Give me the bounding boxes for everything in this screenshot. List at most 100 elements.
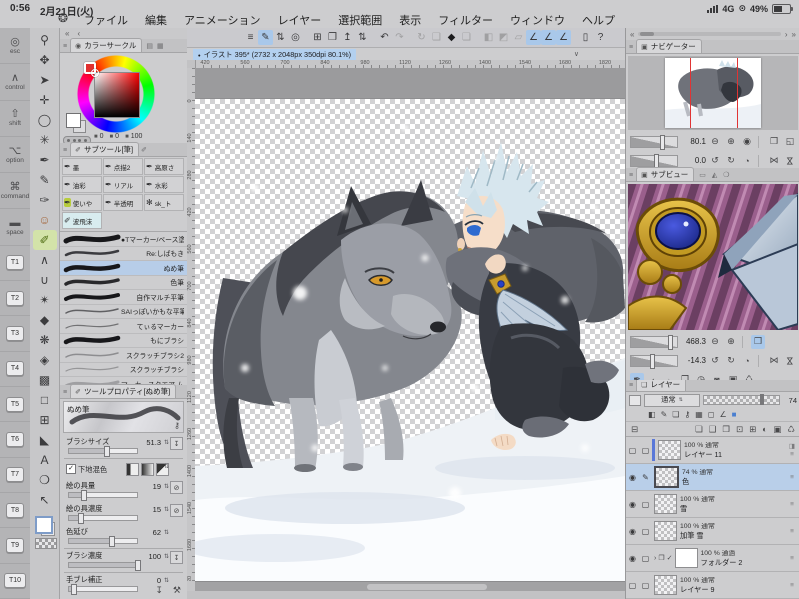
brush-density-slider[interactable] <box>68 560 141 571</box>
layer-lock-alpha-icon[interactable]: ▦ <box>695 410 703 419</box>
subview-tab-4-icon[interactable]: ❍ <box>723 172 729 179</box>
layer-visible-icon[interactable]: ◉ <box>626 527 639 536</box>
panel-handle-icon[interactable]: ≡ <box>63 389 67 396</box>
layer-drag-handle[interactable]: ≡ <box>790 501 794 508</box>
menu-ヘルプ[interactable]: ヘルプ <box>582 12 615 28</box>
subtool-group-油彩[interactable]: ✒ 油彩 <box>62 176 102 193</box>
edge-key-t9[interactable]: T9 <box>0 528 30 564</box>
tool-move-layer[interactable]: ✛ <box>33 90 57 110</box>
command-select-layer[interactable]: ◧ <box>481 30 496 45</box>
edge-key-t5[interactable]: T5 <box>0 387 30 423</box>
right-scroll-track[interactable] <box>638 32 781 36</box>
command-new-canvas[interactable]: ⊞ <box>310 30 325 45</box>
layer-paper-icon[interactable]: ❏ <box>672 410 679 419</box>
layer-drag-handle[interactable]: ≡ <box>790 582 794 589</box>
nav-zoom-slider[interactable] <box>630 134 678 150</box>
brush-item-ぬめ筆[interactable]: ぬめ筆 <box>60 261 187 276</box>
document-tab-collapse-icon[interactable]: ∨ <box>574 50 579 58</box>
navigator-preview[interactable] <box>628 56 798 130</box>
layer-enable-mask-icon[interactable]: ◻ <box>708 410 715 419</box>
collapse-right-icon[interactable]: « <box>630 30 634 39</box>
command-undo[interactable]: ↶ <box>377 30 392 45</box>
layer-delete-layer-icon[interactable]: ♺ <box>787 424 795 435</box>
layer-drag-handle[interactable]: ≡ <box>790 474 794 481</box>
subview-zoom-slider[interactable] <box>630 334 678 350</box>
tool-balloon[interactable]: ❍ <box>33 470 57 490</box>
layer-row-色[interactable]: ◉ ✎ 74 % 通常色 ≡ <box>626 464 799 491</box>
paint-amount-slider[interactable] <box>68 490 138 501</box>
layer-merge-down-icon[interactable]: ⊞ <box>749 424 756 435</box>
edge-key-t3[interactable]: T3 <box>0 316 30 352</box>
command-stamp[interactable]: ❑ <box>429 30 444 45</box>
layer-thumbnail[interactable] <box>654 521 677 541</box>
layer-hidden-box[interactable]: ▢ <box>626 581 639 590</box>
command-snap-guide[interactable]: ∠ <box>556 30 571 45</box>
canvas-artwork[interactable] <box>195 68 625 581</box>
layer-new-vector-layer-icon[interactable]: ❑ <box>709 424 717 435</box>
nav-fit-screen-button[interactable]: ❒ <box>767 135 781 149</box>
layer-thumbnail[interactable] <box>674 548 698 568</box>
subview-tab-2-icon[interactable]: ▭ <box>699 172 706 179</box>
sv-square[interactable] <box>94 72 140 118</box>
foreground-color-swatch[interactable] <box>66 113 81 128</box>
subtool-group-使いや[interactable]: ✒ 使いや <box>62 194 102 211</box>
subview-tab-3-icon[interactable]: ◭ <box>712 172 717 179</box>
subview-rotate-cw-button[interactable]: ↻ <box>724 354 738 368</box>
subview-reference-image[interactable] <box>628 184 798 330</box>
stepper-icon[interactable]: ⇅ <box>164 506 169 513</box>
edge-key-t2[interactable]: T2 <box>0 281 30 317</box>
subview-zoom-out-button[interactable]: ⊖ <box>708 335 722 349</box>
layer-checkbox[interactable]: ▢ <box>639 527 652 536</box>
nav-zoom-in-button[interactable]: ⊕ <box>724 135 738 149</box>
layer-thumbnail[interactable] <box>654 494 677 514</box>
edge-key-shift[interactable]: ⇧ shift <box>0 101 30 137</box>
tool-liquify[interactable]: ∪ <box>33 270 57 290</box>
subview-rotate-ccw-button[interactable]: ↺ <box>708 354 722 368</box>
tool-eraser[interactable]: ◆ <box>33 310 57 330</box>
tool-auto-select[interactable]: ✳ <box>33 130 57 150</box>
nav-zoom-reset-button[interactable]: ◉ <box>740 135 754 149</box>
tab-subtool-brush[interactable]: ✐ サブツール[筆] <box>70 142 140 156</box>
command-select-rect[interactable]: ▱ <box>511 30 526 45</box>
tool-sticker-brush[interactable]: ☺ <box>33 210 57 230</box>
subview-flip-v-button[interactable]: ⋈ <box>783 354 797 368</box>
paint-density-no_effect-button[interactable]: ⊘ <box>170 504 183 517</box>
subtool-group-点描2[interactable]: ✒ 点描2 <box>103 158 143 175</box>
edge-key-command[interactable]: ⌘ command <box>0 173 30 210</box>
edge-key-t10[interactable]: T10 <box>0 564 30 599</box>
subtool-group-高原さ[interactable]: ✒ 高原さ <box>144 158 184 175</box>
paint-density-thumb[interactable] <box>77 513 84 524</box>
tool-operate[interactable]: ➤ <box>33 70 57 90</box>
register-settings-icon[interactable]: ↧ <box>155 585 163 596</box>
subview-zoom-in-button[interactable]: ⊕ <box>724 335 738 349</box>
tool-brush[interactable]: ✐ <box>32 230 57 250</box>
stabilization-slider[interactable] <box>68 584 138 595</box>
stepper-icon[interactable]: ⇅ <box>164 439 169 446</box>
nav-zoom-out-button[interactable]: ⊖ <box>708 135 722 149</box>
menu-表示[interactable]: 表示 <box>399 12 421 28</box>
paint-density-slider[interactable] <box>68 513 138 524</box>
subtool-group-sk_ト[interactable]: ✻ sk_ト <box>144 194 184 211</box>
menu-フィルター[interactable]: フィルター <box>438 12 493 28</box>
command-tool-settings[interactable]: ✎ <box>258 30 273 45</box>
tool-hand[interactable]: ✥ <box>33 50 57 70</box>
edge-key-t8[interactable]: T8 <box>0 493 30 529</box>
tool-figure[interactable]: ◣ <box>33 430 57 450</box>
command-refresh[interactable]: ↻ <box>414 30 429 45</box>
layer-opacity-slider[interactable] <box>703 394 780 405</box>
layer-hidden-box[interactable]: ▢ <box>626 446 639 455</box>
base-color-mix-mode-1[interactable] <box>141 463 154 476</box>
nav-rotate-reset-button[interactable]: ◔ <box>740 154 754 168</box>
layer-checkbox[interactable]: ▢ <box>639 581 652 590</box>
color-stretch-slider[interactable] <box>68 536 138 547</box>
layer-editing-icon[interactable]: ✎ <box>639 473 652 482</box>
blend-mode-select[interactable]: 通常 ⇅ <box>644 393 700 407</box>
panel-handle-icon[interactable]: ≡ <box>629 382 633 389</box>
advanced-settings-icon[interactable]: ⚒ <box>173 585 181 596</box>
edge-key-t7[interactable]: T7 <box>0 458 30 493</box>
layer-row-フォルダー 2[interactable]: ◉ ▢ › ❐ ✓ 100 % 通過 フォルダー 2 ≡ <box>626 545 799 572</box>
stepper-icon[interactable]: ⇅ <box>164 553 169 560</box>
nav-rotate-cw-button[interactable]: ↻ <box>724 154 738 168</box>
subview-switch-image-button[interactable]: ❒ <box>751 334 765 349</box>
edge-key-t4[interactable]: T4 <box>0 352 30 388</box>
